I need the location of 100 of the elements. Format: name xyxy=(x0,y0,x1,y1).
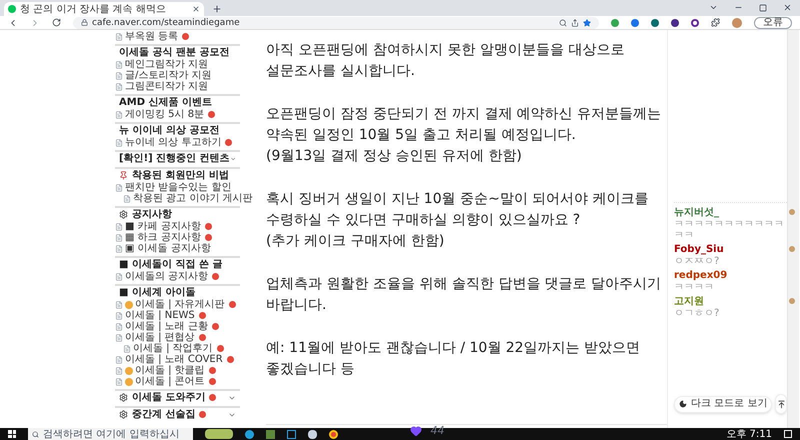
cafe-icon xyxy=(8,5,16,13)
gear-icon xyxy=(119,393,128,402)
scrollbar[interactable] xyxy=(787,30,799,428)
arrow-up-icon xyxy=(776,400,786,408)
reload-icon[interactable] xyxy=(52,18,61,27)
star-icon[interactable] xyxy=(583,18,591,26)
menu-link[interactable]: 부옥원 등록 xyxy=(125,31,178,42)
menu-link[interactable]: 이세돌 | 노래 근황 xyxy=(125,321,208,332)
zoom-icon[interactable] xyxy=(559,18,567,26)
notification-icon[interactable] xyxy=(784,430,792,438)
menu-link[interactable]: 메인그림작가 지원 xyxy=(125,59,208,70)
menu-link[interactable]: 게이밍킹 5시 8분 xyxy=(125,109,204,120)
menu-link[interactable]: 이세돌 | 작업후기 xyxy=(133,343,213,354)
post-paragraph: 혹시 징버거 생일이 지난 10월 중순~말이 되어서야 케이크를 수령하실 수 있다면 구매하실 의향이 있으실까요 ? (추가 케이크 구매자에 한함) xyxy=(266,190,649,251)
page-icon xyxy=(115,32,123,40)
menu-header[interactable]: 중간계 선술집 xyxy=(132,409,196,420)
page-icon xyxy=(115,312,123,320)
menu-link[interactable]: 이세돌 | 편협상 xyxy=(125,332,195,343)
pin-icon xyxy=(119,171,128,180)
comment-text: ㅇㄱㅎㅇ? xyxy=(674,308,720,319)
page-icon xyxy=(115,72,123,80)
menu-link[interactable]: ▦ 하크 공지사항 xyxy=(125,232,201,243)
gear-icon xyxy=(119,210,128,219)
share-icon[interactable] xyxy=(571,18,579,26)
avatar-icon[interactable] xyxy=(732,18,742,28)
page-icon xyxy=(115,366,123,374)
menu-link[interactable]: 이세돌 | 노래 COVER xyxy=(125,354,223,365)
scroll-top-button[interactable] xyxy=(775,394,787,414)
tab-search-icon[interactable] xyxy=(709,3,718,12)
extension-icon[interactable] xyxy=(671,18,679,26)
gear-icon xyxy=(119,410,128,419)
menu-link[interactable]: 이세돌 | 콘어트 xyxy=(135,376,205,387)
heart-icon[interactable] xyxy=(408,425,422,437)
menu-header[interactable]: ■ 이세돌이 직접 쓴 글 xyxy=(119,259,222,270)
comment-author[interactable]: Foby_Siu xyxy=(674,244,787,256)
comment-text: ㅇㅈㅉㅇ? xyxy=(674,256,720,267)
menu-link[interactable]: 이세돌 | 핫클립 xyxy=(135,365,205,376)
comment-text: ㅋㅋㅋㅋ xyxy=(674,282,715,293)
page-icon xyxy=(115,234,123,242)
search-icon xyxy=(32,430,39,438)
post-paragraph: 아직 오픈팬딩에 참여하시지 못한 알맹이분들을 대상으로 설문조사를 실시합니다. xyxy=(266,41,624,81)
menu-link[interactable]: 팬치만 받을수있는 할인 xyxy=(125,182,232,193)
windows-icon[interactable] xyxy=(8,430,16,438)
menu-link[interactable]: ■ 카페 공지사항 xyxy=(125,221,201,232)
page-icon xyxy=(115,322,123,330)
menu-link[interactable]: 이세돌 | 자유게시판 xyxy=(135,299,225,310)
menu-link[interactable]: 착용된 광고 이야기 게시판 xyxy=(133,193,253,204)
extension-icon[interactable] xyxy=(691,18,699,26)
post-paragraph: 예: 11월에 받아도 괜찮습니다 / 10월 22일까지는 받았으면 좋겠습니다 등 xyxy=(266,339,640,379)
post-paragraph: 업체측과 원활한 조율을 위해 솔직한 답변을 댓글로 달아주시기 바랍니다. xyxy=(266,275,662,315)
menu-header[interactable]: 뉴 이이네 의상 공모전 xyxy=(119,125,220,136)
page-icon xyxy=(115,334,123,342)
like-count: 44 xyxy=(430,425,444,437)
dark-mode-button[interactable]: 다크 모드로 보기 xyxy=(674,396,772,412)
taskbar-search-field[interactable]: 검색하려면 여기에 입력하십시 xyxy=(28,428,193,440)
menu-link[interactable]: ▣ 이세돌 공지사항 xyxy=(125,243,211,254)
menu-header[interactable]: AMD 신제품 이벤트 xyxy=(119,97,212,108)
app-icon[interactable] xyxy=(287,430,296,438)
puzzle-icon[interactable] xyxy=(711,18,720,27)
close-icon[interactable] xyxy=(192,5,200,13)
clock-text: 오후 7:11 xyxy=(726,428,772,440)
comment-author[interactable]: redpex09 xyxy=(674,270,787,282)
page-icon xyxy=(123,194,131,202)
page-icon xyxy=(115,60,123,68)
page-icon xyxy=(115,138,123,146)
menu-header[interactable]: [확인!] 진행중인 컨텐츠 xyxy=(119,153,230,164)
moon-icon xyxy=(679,400,687,408)
browser-tab[interactable]: 청 곤의 이거 장사를 계속 해먹으 xyxy=(4,2,204,16)
address-bar[interactable]: cafe.naver.com/steamindiegame xyxy=(73,16,599,28)
menu-link[interactable]: 이세돌 | NEWS xyxy=(125,310,195,321)
extension-icon[interactable] xyxy=(631,18,639,26)
page-icon xyxy=(115,244,123,252)
post-paragraph: 오픈팬딩이 잠정 중단되기 전 까지 결제 예약하신 유저분들께는 약속된 일정인 10월 5일 출고 처리될 예정입니다. (9월13일 결제 정상 승인된 유저에 한함) xyxy=(266,105,662,166)
close-icon[interactable] xyxy=(783,3,792,12)
menu-link[interactable]: 그림콘티작가 지원 xyxy=(125,81,208,92)
page-icon xyxy=(115,300,123,308)
menu-header[interactable]: 이세돌 공식 팬분 공모전 xyxy=(119,47,230,58)
menu-link[interactable]: 글/스토리작가 지원 xyxy=(125,70,212,81)
menu-link[interactable]: 뉴이네 의상 투고하기 xyxy=(125,137,222,148)
maximize-icon[interactable] xyxy=(759,4,767,12)
extension-icon[interactable] xyxy=(651,18,659,26)
tab-title: 청 곤의 이거 장사를 계속 해먹으 xyxy=(20,4,166,14)
taskbar-art-icon[interactable] xyxy=(205,429,233,439)
lock-icon xyxy=(81,19,88,26)
menu-header[interactable]: ■ 이세계 아이돌 xyxy=(119,287,196,298)
comment-author[interactable]: 고지원 xyxy=(674,296,787,308)
app-icon[interactable] xyxy=(308,430,317,438)
page-icon xyxy=(115,356,123,364)
menu-header[interactable]: 공지사항 xyxy=(132,209,172,220)
new-tab-icon[interactable] xyxy=(212,4,222,14)
menu-link[interactable]: 이세돌의 공지사항 xyxy=(125,271,208,282)
menu-header[interactable]: 착용된 회원만의 비법 xyxy=(132,170,229,181)
comment-author[interactable]: 뉴지버섯_ xyxy=(674,207,787,219)
page-icon xyxy=(115,222,123,230)
comment-text: ㅋㅋㅋㅋㅋㅋㅋㅋㅋㅋㅋㅋㅋ xyxy=(674,219,785,241)
url-text: cafe.naver.com/steamindiegame xyxy=(92,18,240,28)
page-icon xyxy=(115,82,123,90)
menu-header[interactable]: 이세돌 도와주기 xyxy=(132,392,206,403)
profile-button[interactable]: 오류 xyxy=(754,16,792,28)
page-icon xyxy=(115,272,123,280)
